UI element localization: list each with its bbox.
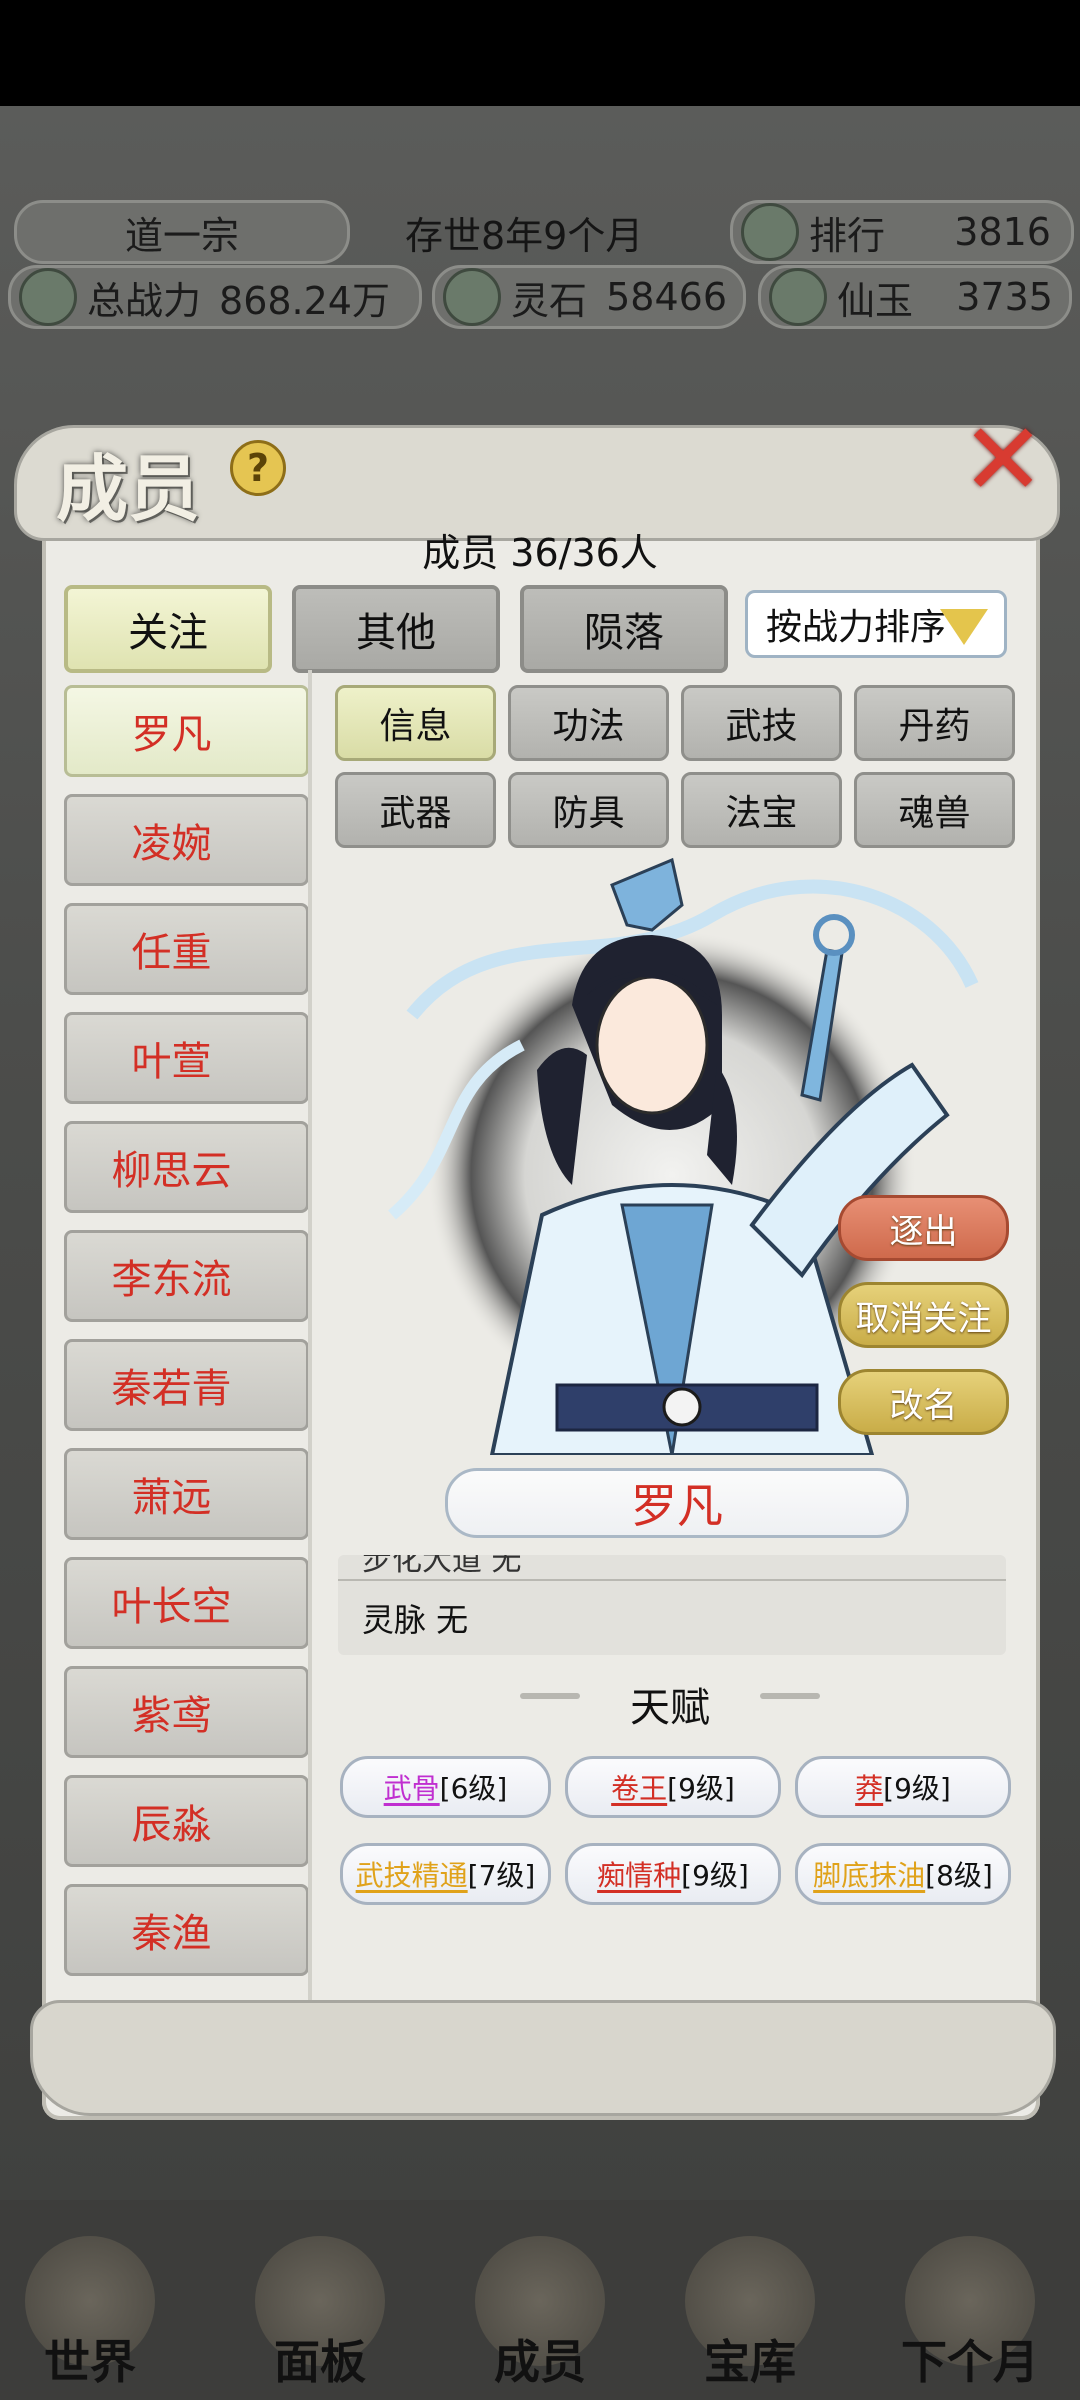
tab-followed[interactable]: 关注 bbox=[64, 585, 272, 673]
nav-members-label: 成员 bbox=[494, 2335, 586, 2389]
sect-age: 存世8年9个月 bbox=[405, 214, 644, 258]
info-cut-line: 步化大道 无 bbox=[362, 1555, 522, 1578]
tab-fallen[interactable]: 陨落 bbox=[520, 585, 728, 673]
tab-fallen-label: 陨落 bbox=[584, 610, 664, 656]
subtab-artifact[interactable]: 法宝 bbox=[681, 772, 842, 848]
nav-treasury-label: 宝库 bbox=[704, 2335, 796, 2389]
sect-name-pill: 道一宗 bbox=[14, 200, 350, 264]
talent-level: [9级] bbox=[883, 1772, 951, 1805]
talent-name: 武技精通 bbox=[355, 1859, 468, 1892]
rank-pill[interactable]: 排行 3816 bbox=[730, 200, 1074, 264]
info-box: 步化大道 无 灵脉 无 bbox=[338, 1555, 1006, 1655]
member-item[interactable]: 秦渔 bbox=[64, 1884, 309, 1976]
character-name: 罗凡 bbox=[631, 1479, 723, 1533]
member-item[interactable]: 紫鸢 bbox=[64, 1666, 309, 1758]
nav-next-month-label: 下个月 bbox=[901, 2335, 1039, 2389]
header-ornament-right bbox=[760, 1693, 820, 1699]
talents-title: 天赋 bbox=[630, 1685, 710, 1731]
panel-title: 成员 bbox=[56, 446, 201, 531]
talent-name: 莽 bbox=[855, 1772, 884, 1805]
rank-icon bbox=[741, 203, 799, 261]
subtab-weapon[interactable]: 武器 bbox=[335, 772, 496, 848]
subtab-martial[interactable]: 武技 bbox=[681, 685, 842, 761]
talent-name: 脚底抹油 bbox=[813, 1859, 926, 1892]
sort-label: 按战力排序 bbox=[766, 607, 947, 648]
member-item[interactable]: 任重 bbox=[64, 903, 309, 995]
nav-treasury[interactable]: 宝库 bbox=[660, 2236, 840, 2400]
talent-level: [7级] bbox=[467, 1859, 536, 1892]
member-list: 罗凡 凌婉 任重 叶萱 柳思云 李东流 秦若青 萧远 叶长空 紫鸢 辰淼 秦渔 bbox=[64, 685, 309, 1985]
tab-others-label: 其他 bbox=[356, 610, 436, 656]
power-label: 总战力 bbox=[87, 278, 202, 323]
nav-world[interactable]: 世界 bbox=[0, 2236, 180, 2400]
jade-pill: 仙玉 3735 bbox=[758, 265, 1072, 329]
rank-label: 排行 bbox=[809, 213, 886, 258]
spirit-stone-value: 58466 bbox=[606, 275, 727, 319]
talent-badge[interactable]: 脚底抹油 [8级] bbox=[795, 1843, 1011, 1905]
talent-level: [8级] bbox=[925, 1859, 993, 1892]
subtab-info[interactable]: 信息 bbox=[335, 685, 496, 761]
talents-header: 天赋 bbox=[330, 1675, 1010, 1731]
nav-next-month[interactable]: 下个月 bbox=[880, 2236, 1060, 2400]
portrait-art bbox=[388, 857, 979, 1457]
jade-icon bbox=[769, 268, 827, 326]
rename-button[interactable]: 改名 bbox=[838, 1369, 1009, 1435]
member-item[interactable]: 秦若青 bbox=[64, 1339, 309, 1431]
close-icon[interactable]: ✕ bbox=[958, 410, 1048, 510]
talent-name: 卷王 bbox=[611, 1772, 668, 1805]
help-icon[interactable]: ? bbox=[230, 440, 286, 496]
member-item[interactable]: 李东流 bbox=[64, 1230, 309, 1322]
member-item-selected[interactable]: 罗凡 bbox=[64, 685, 309, 777]
member-item[interactable]: 凌婉 bbox=[64, 794, 309, 886]
member-item[interactable]: 萧远 bbox=[64, 1448, 309, 1540]
jade-value: 3735 bbox=[956, 275, 1053, 319]
talent-badge[interactable]: 武骨 [6级] bbox=[340, 1756, 551, 1818]
top-black-bar bbox=[0, 0, 1080, 106]
rank-value: 3816 bbox=[954, 210, 1051, 254]
power-icon bbox=[19, 268, 77, 326]
member-item[interactable]: 柳思云 bbox=[64, 1121, 309, 1213]
subtab-armor[interactable]: 防具 bbox=[508, 772, 669, 848]
talent-name: 痴情种 bbox=[597, 1859, 682, 1892]
nav-panel-label: 面板 bbox=[274, 2335, 366, 2389]
spirit-stone-label: 灵石 bbox=[511, 278, 588, 323]
sect-name: 道一宗 bbox=[124, 213, 239, 258]
spirit-vein: 灵脉 无 bbox=[362, 1601, 469, 1639]
spirit-stone-icon bbox=[443, 268, 501, 326]
talent-level: [9级] bbox=[681, 1859, 749, 1892]
member-count: 成员 36/36人 bbox=[422, 531, 658, 575]
nav-world-label: 世界 bbox=[44, 2335, 136, 2389]
talent-badge[interactable]: 武技精通 [7级] bbox=[340, 1843, 551, 1905]
subtab-skills[interactable]: 功法 bbox=[508, 685, 669, 761]
jade-label: 仙玉 bbox=[837, 278, 914, 323]
character-portrait bbox=[372, 855, 1012, 1457]
member-item[interactable]: 叶长空 bbox=[64, 1557, 309, 1649]
talent-name: 武骨 bbox=[383, 1772, 440, 1805]
header-ornament-left bbox=[520, 1693, 580, 1699]
sort-dropdown[interactable]: 按战力排序 bbox=[745, 590, 1007, 658]
nav-members[interactable]: 成员 bbox=[450, 2236, 630, 2400]
tab-followed-label: 关注 bbox=[128, 610, 208, 656]
tab-others[interactable]: 其他 bbox=[292, 585, 500, 673]
subtab-beast[interactable]: 魂兽 bbox=[854, 772, 1015, 848]
expel-button[interactable]: 逐出 bbox=[838, 1195, 1009, 1261]
power-pill: 总战力 868.24万 bbox=[8, 265, 422, 329]
unfollow-button[interactable]: 取消关注 bbox=[838, 1282, 1009, 1348]
spirit-stone-pill: 灵石 58466 bbox=[432, 265, 746, 329]
talent-level: [9级] bbox=[667, 1772, 735, 1805]
list-divider bbox=[308, 670, 312, 2030]
chevron-down-icon bbox=[940, 609, 988, 645]
member-item[interactable]: 辰淼 bbox=[64, 1775, 309, 1867]
character-name-plate: 罗凡 bbox=[445, 1468, 909, 1538]
talent-badge[interactable]: 卷王 [9级] bbox=[565, 1756, 781, 1818]
info-divider bbox=[338, 1579, 1006, 1581]
talent-badge[interactable]: 莽 [9级] bbox=[795, 1756, 1011, 1818]
member-item[interactable]: 叶萱 bbox=[64, 1012, 309, 1104]
subtab-pills[interactable]: 丹药 bbox=[854, 685, 1015, 761]
nav-panel[interactable]: 面板 bbox=[230, 2236, 410, 2400]
talent-badge[interactable]: 痴情种 [9级] bbox=[565, 1843, 781, 1905]
panel-footer-cloud bbox=[30, 2000, 1056, 2116]
talent-level: [6级] bbox=[439, 1772, 508, 1805]
power-value: 868.24万 bbox=[219, 278, 390, 323]
